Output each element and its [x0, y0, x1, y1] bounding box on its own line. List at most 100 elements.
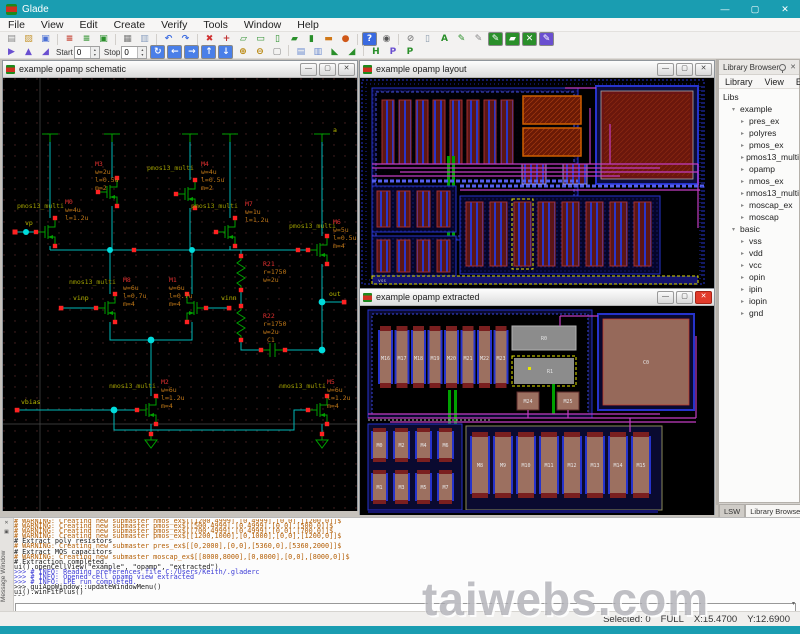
minimize-icon[interactable]: — — [300, 62, 317, 76]
menu-item-view[interactable]: View — [33, 19, 72, 31]
erase-shape-icon[interactable]: ✕ — [522, 32, 537, 46]
pan-up-icon[interactable]: ↑ — [201, 45, 217, 59]
measure-icon[interactable]: ◣ — [327, 45, 342, 59]
menu-item-edit[interactable]: Edit — [72, 19, 106, 31]
zoom-prev-icon[interactable]: ▥ — [310, 45, 325, 59]
tree-item-polyres[interactable]: ▸ polyres — [719, 127, 799, 139]
open-cellview-icon[interactable]: ▨ — [21, 32, 36, 46]
collapsed-arrow-icon[interactable]: ▸ — [741, 202, 749, 209]
menu-item-help[interactable]: Help — [289, 19, 327, 31]
stop-spinner-arrows[interactable]: ▴ ▾ — [137, 46, 147, 58]
tree-item-iopin[interactable]: ▸ iopin — [719, 295, 799, 307]
layout-window[interactable]: example opamp layout — ▢ ✕ vss — [359, 60, 715, 288]
peek-icon[interactable]: P — [385, 45, 400, 59]
angle-icon[interactable]: ◢ — [344, 45, 359, 59]
create-arc-icon[interactable]: ◢ — [38, 45, 53, 59]
extracted-canvas[interactable]: M16 M17 M18 M19 M20 M21 M22 M23 R0 R1 M24 M25 C0 M0 M2… — [360, 306, 714, 515]
tree-item-pres_ex[interactable]: ▸ pres_ex — [719, 115, 799, 127]
ruler-edit-icon[interactable]: ✎ — [539, 32, 554, 46]
menu-item-library[interactable]: Library — [719, 77, 759, 87]
push-icon[interactable]: P — [402, 45, 417, 59]
collapsed-arrow-icon[interactable]: ▸ — [741, 238, 749, 245]
menu-item-create[interactable]: Create — [106, 19, 154, 31]
tree-item-example[interactable]: ▾ example — [719, 103, 799, 115]
save-library-icon[interactable]: ▣ — [96, 32, 111, 46]
draw-bus-icon[interactable]: ✎ — [471, 32, 486, 46]
close-icon[interactable]: ✕ — [695, 290, 712, 304]
collapsed-arrow-icon[interactable]: ▸ — [741, 286, 749, 293]
collapsed-arrow-icon[interactable]: ▸ — [741, 262, 749, 269]
collapsed-arrow-icon[interactable]: ▸ — [741, 178, 749, 185]
start-spinner[interactable]: 0 ▴ ▾ — [73, 45, 100, 59]
extracted-window-titlebar[interactable]: example opamp extracted — ▢ ✕ — [360, 289, 714, 306]
zoom-select-icon[interactable]: ▢ — [269, 45, 284, 59]
create-polygon-icon[interactable]: ▲ — [21, 45, 36, 59]
tree-item-pmos13_multi[interactable]: ▸ pmos13_multi — [719, 151, 799, 163]
pin-icon[interactable] — [779, 63, 787, 73]
collapsed-arrow-icon[interactable]: ▸ — [741, 214, 749, 221]
collapsed-arrow-icon[interactable]: ▸ — [741, 142, 749, 149]
tree-item-ipin[interactable]: ▸ ipin — [719, 283, 799, 295]
add-label-icon[interactable]: A — [437, 32, 452, 46]
tree-item-moscap[interactable]: ▸ moscap — [719, 211, 799, 223]
tree-item-opamp[interactable]: ▸ opamp — [719, 163, 799, 175]
tree-item-vdd[interactable]: ▸ vdd — [719, 247, 799, 259]
tree-item-gnd[interactable]: ▸ gnd — [719, 307, 799, 319]
minimize-icon[interactable]: — — [657, 62, 674, 76]
extracted-window[interactable]: example opamp extracted — ▢ ✕ M16 M17 M1… — [359, 288, 715, 515]
tree-item-nmos_ex[interactable]: ▸ nmos_ex — [719, 175, 799, 187]
float-window-icon[interactable]: ▣ — [2, 528, 11, 536]
schematic-canvas[interactable]: pmos13_multi vp M0 w=4u l=1.2u M3 w=2u l=0.5u m=… — [3, 78, 357, 511]
collapsed-arrow-icon[interactable]: ▸ — [741, 250, 749, 257]
menu-item-verify[interactable]: Verify — [153, 19, 195, 31]
maximize-icon[interactable]: ▢ — [676, 62, 693, 76]
cancel-icon[interactable]: ● — [338, 32, 353, 46]
maximize-icon[interactable]: ▢ — [740, 0, 770, 18]
collapsed-arrow-icon[interactable]: ▸ — [741, 298, 749, 305]
menu-item-tools[interactable]: Tools — [195, 19, 236, 31]
zoom-fit-icon[interactable]: ▤ — [293, 45, 308, 59]
schematic-window-titlebar[interactable]: example opamp schematic — ▢ ✕ — [3, 61, 357, 78]
new-cellview-icon[interactable]: ▤ — [4, 32, 19, 46]
tab-lsw[interactable]: LSW — [719, 504, 746, 518]
layout-canvas[interactable]: vss — [360, 78, 714, 288]
tree-item-basic[interactable]: ▾ basic — [719, 223, 799, 235]
copy-view-icon[interactable]: ▥ — [137, 32, 152, 46]
expanded-arrow-icon[interactable]: ▾ — [732, 226, 740, 233]
tab-library-browser[interactable]: Library Browser — [745, 504, 800, 518]
collapsed-arrow-icon[interactable]: ▸ — [741, 274, 749, 281]
menu-item-edit[interactable]: Edit — [790, 77, 800, 87]
collapsed-arrow-icon[interactable]: ▸ — [741, 166, 749, 173]
close-icon[interactable]: ✕ — [770, 0, 800, 18]
help-icon[interactable]: ? — [362, 32, 377, 46]
redraw-icon[interactable]: ↻ — [150, 45, 166, 59]
start-spinner-arrows[interactable]: ▴ ▾ — [89, 46, 99, 58]
close-icon[interactable]: ✕ — [2, 519, 11, 527]
tree-item-moscap_ex[interactable]: ▸ moscap_ex — [719, 199, 799, 211]
tree-item-vcc[interactable]: ▸ vcc — [719, 259, 799, 271]
draw-shape-icon[interactable]: ✎ — [488, 32, 503, 46]
fill-shape-icon[interactable]: ▰ — [505, 32, 520, 46]
undo-icon[interactable]: ↶ — [161, 32, 176, 46]
search-icon[interactable]: ◉ — [379, 32, 394, 46]
library-browser-titlebar[interactable]: Library Browser ✕ — [719, 60, 799, 75]
console-output[interactable]: # WARNING: Creating new submaster nmos_e… — [14, 519, 798, 596]
tree-item-vss[interactable]: ▸ vss — [719, 235, 799, 247]
select-arrow-icon[interactable]: ▶ — [4, 45, 19, 59]
collapsed-arrow-icon[interactable]: ▸ — [741, 310, 749, 317]
collapsed-arrow-icon[interactable]: ▸ — [741, 130, 749, 137]
redo-icon[interactable]: ↷ — [178, 32, 193, 46]
minimize-icon[interactable]: — — [657, 290, 674, 304]
tree-item-pmos_ex[interactable]: ▸ pmos_ex — [719, 139, 799, 151]
edit-library-icon[interactable]: ≡ — [79, 32, 94, 46]
stretch-icon[interactable]: ▭ — [253, 32, 268, 46]
title-bar[interactable]: Glade — ▢ ✕ — [0, 0, 800, 18]
maximize-icon[interactable]: ▢ — [319, 62, 336, 76]
edit-in-place-icon[interactable]: ▯ — [270, 32, 285, 46]
move-icon[interactable]: + — [219, 32, 234, 46]
pan-right-icon[interactable]: → — [184, 45, 200, 59]
pan-left-icon[interactable]: ← — [167, 45, 183, 59]
pan-down-icon[interactable]: ↓ — [218, 45, 234, 59]
hierarchy-icon[interactable]: H — [368, 45, 383, 59]
import-library-icon[interactable]: ≡ — [62, 32, 77, 46]
